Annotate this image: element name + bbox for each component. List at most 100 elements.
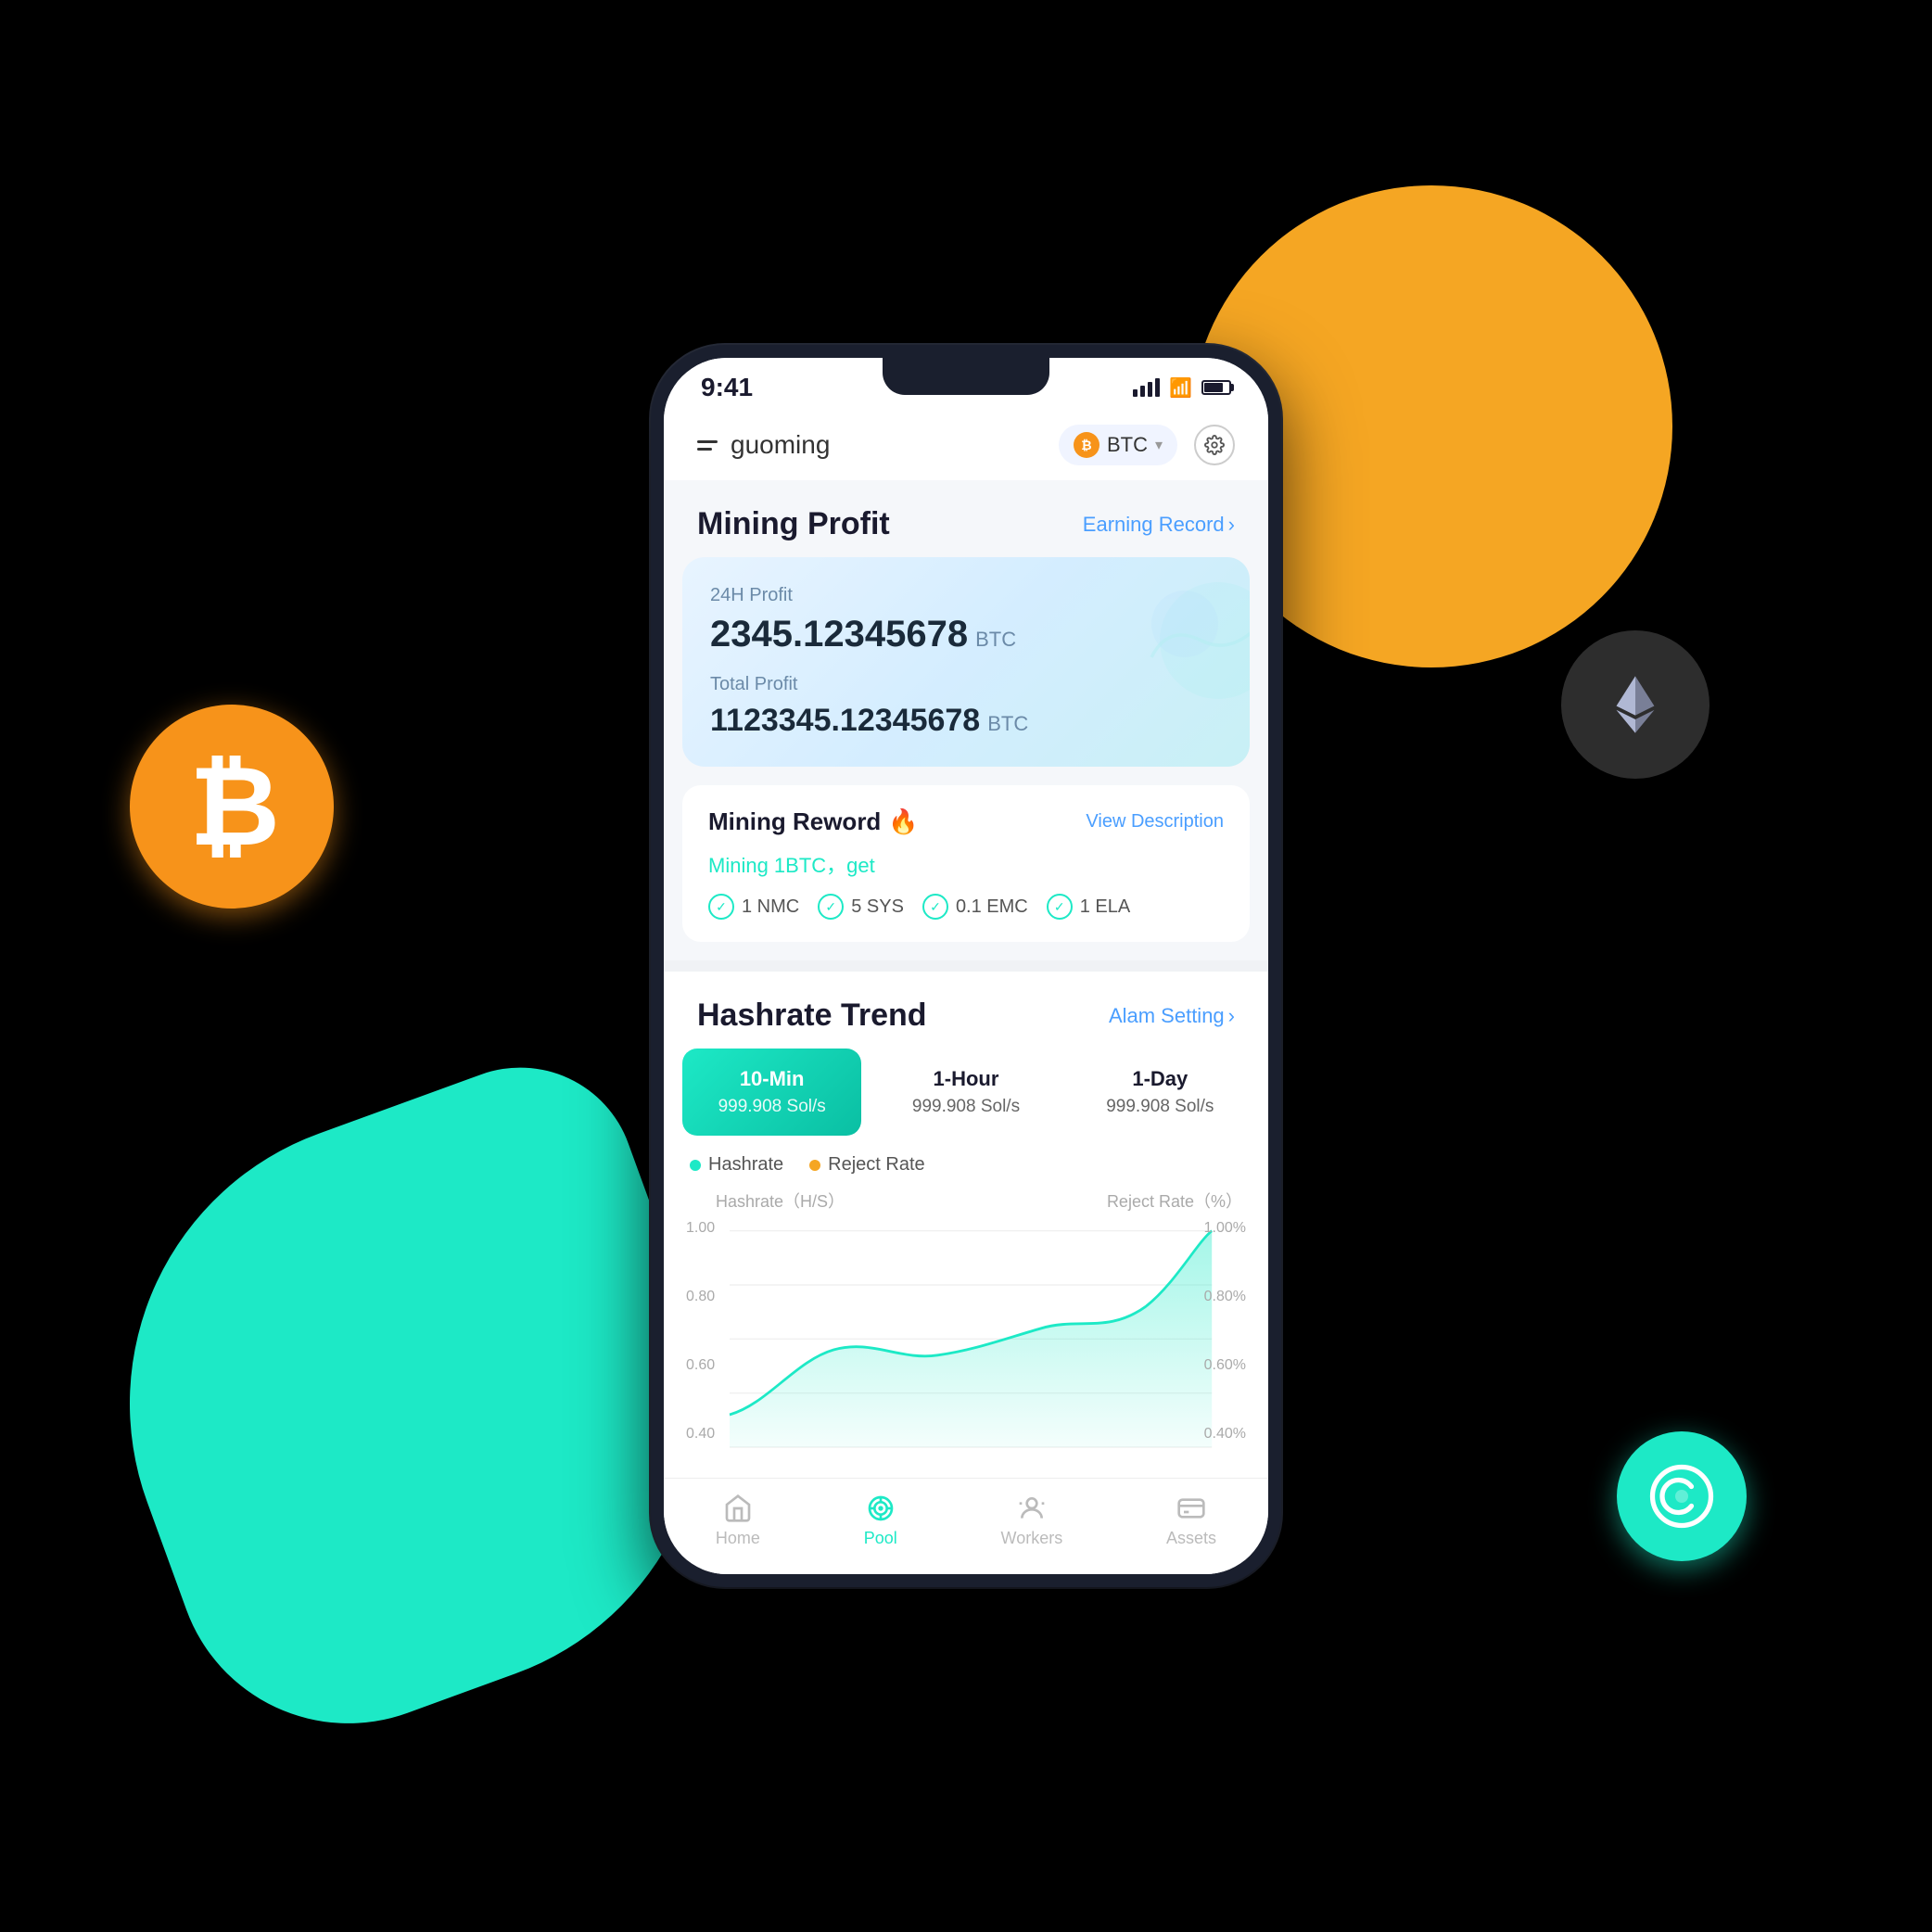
pool-icon [866,1493,896,1523]
reward-item-2-value: 0.1 EMC [956,896,1028,918]
alarm-setting-chevron: › [1228,1004,1235,1028]
currency-selector[interactable]: ₿ BTC ▾ [1059,425,1177,465]
hashrate-1hour-value: 999.908 Sol/s [885,1097,1046,1117]
chart-container: 1.00 0.80 0.60 0.40 1.00% 0.80% 0.60% 0.… [664,1220,1268,1478]
alarm-setting-label: Alam Setting [1109,1004,1225,1028]
view-description-link[interactable]: View Description [1086,811,1224,833]
reward-check-icon-3: ✓ [1047,894,1073,920]
hashrate-1day-value: 999.908 Sol/s [1080,1097,1240,1117]
y-right-0.40: 0.40% [1204,1426,1246,1443]
menu-icon[interactable] [697,440,718,451]
reward-item-0: ✓ 1 NMC [708,894,799,920]
hashrate-card-1day[interactable]: 1-Day 999.908 Sol/s [1071,1049,1250,1136]
hashrate-section: Hashrate Trend Alam Setting › 10-Min 999… [664,972,1268,1478]
notch [883,358,1049,395]
reject-rate-legend-label: Reject Rate [828,1154,925,1176]
y-axis-right-title: Reject Rate（%） [1107,1188,1242,1216]
reward-item-1-value: 5 SYS [851,896,904,918]
total-profit-currency: BTC [987,712,1028,736]
reward-check-icon: ✓ [708,894,734,920]
header-username: guoming [731,430,830,460]
signal-bar-1 [1133,389,1138,397]
phone-screen: 9:41 📶 [664,358,1268,1574]
y-right-0.60: 0.60% [1204,1357,1246,1374]
signal-bars-icon [1133,378,1160,397]
reject-rate-legend-dot [809,1160,820,1171]
y-right-0.80: 0.80% [1204,1289,1246,1305]
reward-check-icon-2: ✓ [922,894,948,920]
chart-y-labels-right: 1.00% 0.80% 0.60% 0.40% [1204,1220,1246,1443]
hashrate-legend-dot [690,1160,701,1171]
reward-item-3: ✓ 1 ELA [1047,894,1130,920]
nav-workers[interactable]: Workers [1001,1493,1063,1548]
y-axis-left-title: Hashrate（H/S） [690,1188,845,1216]
earning-record-chevron: › [1228,513,1235,537]
hashrate-card-1hour[interactable]: 1-Hour 999.908 Sol/s [876,1049,1055,1136]
legend-reject-rate: Reject Rate [809,1154,925,1176]
bitcoin-coin: ₿ [130,705,334,909]
nav-home[interactable]: Home [716,1493,760,1548]
nav-home-label: Home [716,1529,760,1548]
menu-line-1 [697,440,718,443]
earning-record-label: Earning Record [1083,513,1225,537]
hashrate-1hour-label: 1-Hour [885,1067,1046,1091]
mining-profit-title: Mining Profit [697,506,890,542]
legend-hashrate: Hashrate [690,1154,783,1176]
header-right: ₿ BTC ▾ [1059,425,1235,465]
c-coin [1617,1431,1747,1561]
settings-button[interactable] [1194,425,1235,465]
profit-card-bg-icon [1101,566,1250,715]
y-left-0.40: 0.40 [686,1426,715,1443]
signal-bar-4 [1155,378,1160,397]
nav-workers-label: Workers [1001,1529,1063,1548]
hashrate-cards: 10-Min 999.908 Sol/s 1-Hour 999.908 Sol/… [664,1049,1268,1154]
hashrate-card-10min[interactable]: 10-Min 999.908 Sol/s [682,1049,861,1136]
reward-items: ✓ 1 NMC ✓ 5 SYS ✓ 0.1 EMC ✓ [708,894,1224,920]
earning-record-link[interactable]: Earning Record › [1083,513,1235,537]
battery-tip [1231,384,1234,391]
menu-line-2 [697,448,712,451]
assets-icon [1176,1493,1206,1523]
workers-icon [1017,1493,1047,1523]
scroll-content[interactable]: Mining Profit Earning Record › 24H Profi… [664,480,1268,1478]
section-divider [664,960,1268,972]
hashrate-1day-label: 1-Day [1080,1067,1240,1091]
ethereum-coin [1561,630,1710,779]
currency-label: BTC [1107,433,1148,457]
battery-icon [1201,380,1231,395]
btc-icon: ₿ [1074,432,1099,458]
chart-y-labels-left: 1.00 0.80 0.60 0.40 [686,1220,715,1443]
home-icon [723,1493,753,1523]
fire-icon: 🔥 [888,807,918,836]
profit-card: 24H Profit 2345.12345678 BTC Total Profi… [682,557,1250,767]
reward-item-0-value: 1 NMC [742,896,799,918]
chevron-down-icon: ▾ [1155,436,1163,454]
battery-fill [1204,383,1223,392]
nav-pool[interactable]: Pool [864,1493,897,1548]
status-time: 9:41 [701,373,753,402]
reward-item-2: ✓ 0.1 EMC [922,894,1028,920]
chart-axis-title-row: Hashrate（H/S） Reject Rate（%） [664,1188,1268,1216]
alarm-setting-link[interactable]: Alam Setting › [1109,1004,1235,1028]
reward-title: Mining Reword 🔥 [708,807,919,836]
status-icons: 📶 [1133,376,1231,400]
bottom-nav: Home Pool [664,1478,1268,1574]
reward-item-3-value: 1 ELA [1080,896,1130,918]
bitcoin-symbol: ₿ [189,743,280,871]
hashrate-chart [682,1220,1250,1478]
ethereum-icon [1603,672,1668,737]
reward-header: Mining Reword 🔥 View Description [708,807,1224,836]
header-left: guoming [697,430,830,460]
profit-24h-currency: BTC [975,628,1016,652]
hashrate-header: Hashrate Trend Alam Setting › [664,972,1268,1049]
scene: ₿ 9:41 [0,0,1932,1932]
reward-title-text: Mining Reword [708,807,881,836]
hashrate-title: Hashrate Trend [697,998,927,1034]
wifi-icon: 📶 [1169,376,1192,400]
profit-24h-value: 2345.12345678 [710,614,968,655]
phone-frame: 9:41 📶 [651,345,1281,1587]
nav-assets[interactable]: Assets [1166,1493,1216,1548]
y-right-1.00: 1.00% [1204,1220,1246,1237]
y-left-1.00: 1.00 [686,1220,715,1237]
reward-check-icon-1: ✓ [818,894,844,920]
